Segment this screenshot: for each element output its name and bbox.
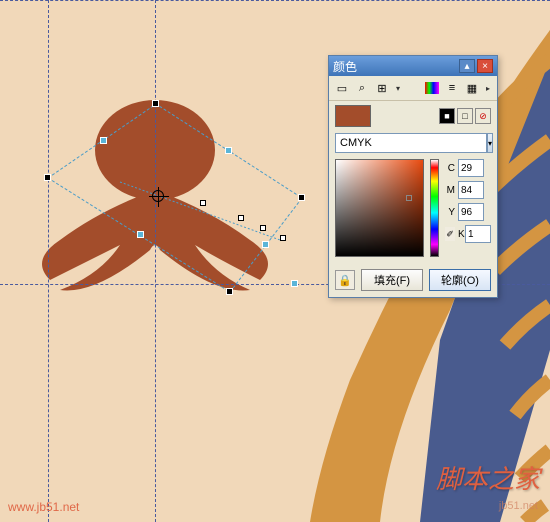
selection-handle-mid[interactable] <box>225 147 232 154</box>
grid-icon[interactable]: ⊞ <box>373 79 391 97</box>
selection-handle[interactable] <box>152 100 159 107</box>
selection-handle-mid[interactable] <box>262 241 269 248</box>
close-button[interactable]: × <box>477 59 493 73</box>
selection-handle[interactable] <box>44 174 51 181</box>
bezier-node[interactable] <box>238 215 244 221</box>
rotation-center[interactable] <box>152 190 164 202</box>
y-input[interactable] <box>458 203 484 221</box>
color-docker-panel: 颜色 ▴ × ▭ ⌕ ⊞ ▾ ≡ ▦ ▸ ■ □ ⊘ <box>328 55 498 298</box>
watermark-chinese: 脚本之家 <box>436 459 540 496</box>
selection-handle-mid[interactable] <box>100 137 107 144</box>
palette-icon[interactable]: ▦ <box>463 79 481 97</box>
bezier-node[interactable] <box>260 225 266 231</box>
panel-titlebar[interactable]: 颜色 ▴ × <box>329 56 497 76</box>
c-label: C <box>445 163 455 174</box>
picker-indicator[interactable] <box>406 195 412 201</box>
color-picker-field[interactable] <box>335 159 424 257</box>
selection-handle-mid[interactable] <box>137 231 144 238</box>
k-input[interactable] <box>465 225 491 243</box>
spectrum-icon[interactable] <box>423 79 441 97</box>
selection-handle[interactable] <box>298 194 305 201</box>
y-label: Y <box>445 207 455 218</box>
outline-button[interactable]: 轮廓(O) <box>429 269 491 291</box>
guide-vertical[interactable] <box>155 0 156 522</box>
k-label: K <box>458 229 462 240</box>
panel-title: 颜色 <box>333 58 357 75</box>
lock-icon[interactable]: 🔒 <box>335 270 355 290</box>
colorspace-dropdown-button[interactable]: ▾ <box>487 133 493 153</box>
hue-slider[interactable] <box>430 159 439 257</box>
docker-toolbar: ▭ ⌕ ⊞ ▾ ≡ ▦ ▸ <box>329 76 497 101</box>
outline-mode-icon[interactable]: □ <box>457 108 473 124</box>
m-input[interactable] <box>458 181 484 199</box>
selection-handle-mid[interactable] <box>291 280 298 287</box>
watermark-url: www.jb51.net <box>8 500 79 514</box>
bezier-node[interactable] <box>280 235 286 241</box>
zoom-tool-icon[interactable]: ⌕ <box>353 79 371 97</box>
eyedropper-icon[interactable]: ✐ <box>445 227 455 241</box>
bezier-node[interactable] <box>200 200 206 206</box>
no-color-icon[interactable]: ⊘ <box>475 108 491 124</box>
minimize-button[interactable]: ▴ <box>459 59 475 73</box>
canvas[interactable]: 颜色 ▴ × ▭ ⌕ ⊞ ▾ ≡ ▦ ▸ ■ □ ⊘ <box>0 0 550 522</box>
menu-flyout-icon[interactable]: ▸ <box>483 79 493 97</box>
current-color-swatch[interactable] <box>335 105 371 127</box>
selection-handle[interactable] <box>226 288 233 295</box>
dropdown-icon[interactable]: ▾ <box>393 79 403 97</box>
c-input[interactable] <box>458 159 484 177</box>
fill-button[interactable]: 填充(F) <box>361 269 423 291</box>
fill-mode-icon[interactable]: ■ <box>439 108 455 124</box>
guide-horizontal[interactable] <box>0 0 550 1</box>
m-label: M <box>445 185 455 196</box>
watermark-sub: jb51.net <box>499 500 538 512</box>
colorspace-select[interactable] <box>335 133 487 153</box>
pointer-tool-icon[interactable]: ▭ <box>333 79 351 97</box>
guide-vertical[interactable] <box>48 0 49 522</box>
sliders-icon[interactable]: ≡ <box>443 79 461 97</box>
